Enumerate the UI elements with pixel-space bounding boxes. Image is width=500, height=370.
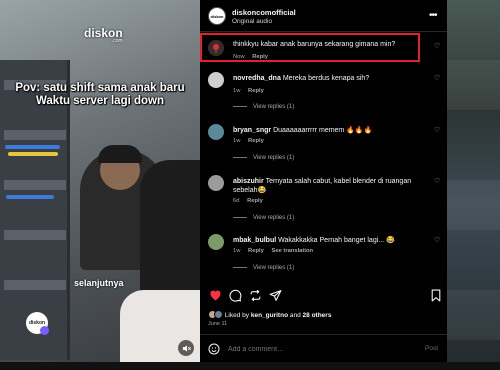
- like-button[interactable]: [208, 288, 222, 302]
- comment-avatar[interactable]: [208, 234, 224, 250]
- likes-summary[interactable]: Liked by ken_guritno and 28 others: [208, 310, 331, 321]
- post-button[interactable]: Post: [425, 345, 438, 352]
- see-translation-button[interactable]: See translation: [271, 248, 313, 254]
- add-comment-bar: Post: [200, 334, 447, 362]
- repost-button[interactable]: [248, 288, 262, 302]
- comment-meta: 1w Reply See translation: [233, 248, 314, 254]
- reply-button[interactable]: Reply: [248, 138, 264, 144]
- comment-meta: 6d Reply: [233, 198, 263, 204]
- comment-avatar[interactable]: [208, 124, 224, 140]
- save-button[interactable]: [429, 288, 443, 302]
- comment-button[interactable]: [228, 288, 242, 302]
- comment-avatar[interactable]: [208, 72, 224, 88]
- share-button[interactable]: [268, 288, 282, 302]
- bookmark-icon: [431, 289, 441, 301]
- instagram-reel-view: diskon .com Pov: satu shift sama anak ba…: [0, 0, 500, 370]
- view-replies-button[interactable]: View replies (1): [233, 155, 294, 161]
- comment-meta: 1w Reply: [233, 138, 264, 144]
- liked-avatars: [208, 310, 223, 321]
- mute-icon: [182, 344, 191, 352]
- mute-button[interactable]: [178, 340, 194, 356]
- author-username[interactable]: diskoncomofficial: [232, 8, 296, 17]
- comment-input[interactable]: [228, 343, 408, 355]
- comment-text: mbak_bulbul Wakakkakka Pernah banget lag…: [233, 237, 395, 244]
- heart-icon[interactable]: ♡: [434, 126, 440, 134]
- video-media[interactable]: diskon .com Pov: satu shift sama anak ba…: [0, 0, 200, 362]
- audio-label[interactable]: Original audio: [232, 18, 272, 25]
- highlight-box: [200, 33, 420, 62]
- post-header: diskon diskoncomofficial Original audio …: [200, 0, 447, 32]
- reply-button[interactable]: Reply: [247, 198, 263, 204]
- more-icon[interactable]: •••: [429, 10, 437, 21]
- comment-text: abiszuhir Ternyata salah cabut, kabel bl…: [233, 178, 412, 194]
- post-date: June 11: [208, 321, 228, 327]
- reply-button[interactable]: Reply: [248, 88, 264, 94]
- liked-others[interactable]: 28 others: [303, 312, 332, 319]
- heart-icon[interactable]: ♡: [434, 177, 440, 185]
- avatar-badge: [40, 326, 49, 335]
- view-replies-button[interactable]: View replies (1): [233, 265, 294, 271]
- brand-logo: diskon .com: [84, 26, 123, 44]
- caption-line-2: Waktu server lagi down: [35, 95, 165, 107]
- liked-username[interactable]: ken_guritno: [251, 312, 288, 319]
- emoji-icon[interactable]: [208, 343, 220, 355]
- heart-icon: [210, 290, 220, 301]
- caption-line-1: Pov: satu shift sama anak baru: [15, 82, 185, 94]
- author-avatar[interactable]: diskon: [208, 7, 226, 25]
- view-replies-button[interactable]: View replies (1): [233, 104, 294, 110]
- video-caption: Pov: satu shift sama anak baru Waktu ser…: [4, 82, 196, 108]
- post-actions: [200, 288, 447, 304]
- heart-icon[interactable]: ♡: [434, 74, 440, 82]
- background-blur: [447, 0, 500, 370]
- comment-text: novredha_dna Mereka berdus kenapa sih?: [233, 75, 370, 82]
- comment-text: bryan_sngr Duaaaaaarrrrr memem 🔥🔥🔥: [233, 127, 373, 134]
- comment-avatar[interactable]: [208, 175, 224, 191]
- repost-icon: [250, 289, 260, 301]
- comment-icon: [229, 289, 241, 302]
- next-label: selanjutnya: [74, 278, 124, 288]
- reply-button[interactable]: Reply: [248, 248, 264, 254]
- share-icon: [269, 289, 281, 301]
- comment-meta: 1w Reply: [233, 88, 264, 94]
- view-replies-button[interactable]: View replies (1): [233, 215, 294, 221]
- heart-icon[interactable]: ♡: [434, 236, 440, 244]
- heart-icon[interactable]: ♡: [434, 42, 440, 50]
